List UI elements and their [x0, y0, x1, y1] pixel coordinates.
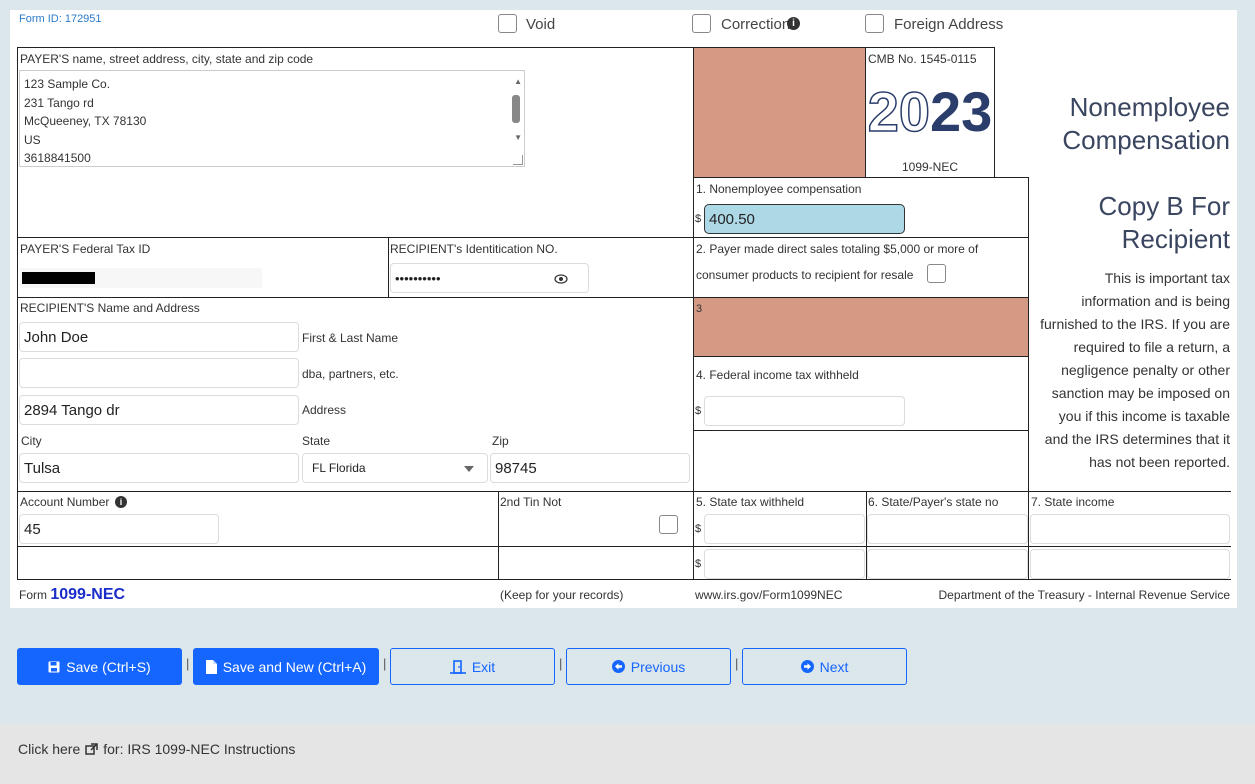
correction-label: Correction	[721, 16, 791, 33]
foreign-address-label: Foreign Address	[894, 16, 1004, 33]
info-icon[interactable]: i	[115, 496, 127, 508]
shaded-box	[694, 48, 865, 177]
info-icon[interactable]: i	[787, 17, 800, 30]
payer-line: US	[24, 132, 41, 147]
foreign-address-checkbox[interactable]	[865, 14, 884, 33]
side-notice: This is important tax information and is…	[1040, 270, 1230, 470]
box7-label: 7. State income	[1031, 495, 1115, 509]
external-link-icon	[85, 742, 98, 755]
tin-checkbox[interactable]	[659, 515, 678, 534]
void-label: Void	[526, 16, 556, 33]
scroll-up-icon[interactable]: ▲	[514, 77, 522, 86]
chevron-down-icon	[464, 466, 474, 472]
scroll-down-icon[interactable]: ▼	[514, 133, 522, 142]
box2-label-a: 2. Payer made direct sales totaling $5,0…	[696, 242, 979, 256]
payer-line: 3618841500	[24, 151, 91, 165]
address-hint: Address	[302, 403, 347, 417]
dollar-sign: $	[695, 558, 702, 570]
name-hint: First & Last Name	[302, 331, 399, 345]
tin-label: 2nd Tin Not	[500, 495, 562, 509]
form-id: Form ID: 172951	[19, 13, 102, 25]
box7-input-1[interactable]	[1030, 514, 1230, 544]
exit-button[interactable]: Exit	[390, 648, 555, 685]
city-label: City	[21, 434, 42, 448]
payer-label: PAYER'S name, street address, city, stat…	[20, 52, 314, 66]
dba-hint: dba, partners, etc.	[302, 367, 399, 381]
door-exit-icon	[449, 659, 466, 674]
recipient-label: RECIPIENT'S Name and Address	[20, 301, 200, 315]
separator: |	[735, 656, 739, 671]
next-button[interactable]: Next	[742, 648, 907, 685]
box6-label: 6. State/Payer's state no	[868, 495, 999, 509]
box3-shaded	[694, 298, 1028, 356]
keep-records: (Keep for your records)	[500, 588, 624, 602]
payer-tax-id-input[interactable]	[20, 268, 262, 288]
arrow-left-circle-icon	[611, 660, 625, 673]
separator: |	[559, 656, 563, 671]
irs-url: www.irs.gov/Form1099NEC	[695, 588, 843, 602]
instructions-link[interactable]: Click here for: IRS 1099-NEC Instruction…	[18, 741, 295, 757]
payer-address-textarea[interactable]: 123 Sample Co. 231 Tango rd McQueeney, T…	[19, 70, 525, 167]
save-icon	[48, 661, 60, 672]
box2-checkbox[interactable]	[927, 264, 946, 283]
box5-input-1[interactable]	[704, 514, 865, 544]
arrow-right-circle-icon	[800, 660, 814, 673]
omb-form-name: 1099-NEC	[901, 160, 959, 174]
file-icon	[205, 659, 217, 674]
address-input[interactable]: 2894 Tango dr	[19, 395, 299, 425]
dba-input[interactable]	[19, 358, 299, 388]
redacted-value	[22, 272, 95, 284]
state-label: State	[302, 434, 331, 448]
previous-button[interactable]: Previous	[566, 648, 731, 685]
box6-input-2[interactable]	[867, 549, 1028, 579]
scrollbar-thumb[interactable]	[512, 95, 520, 123]
void-checkbox[interactable]	[498, 14, 517, 33]
box3-label: 3	[696, 303, 703, 315]
eye-icon[interactable]	[554, 273, 568, 285]
omb-label: CMB No. 1545-0115	[868, 52, 977, 66]
box2-label-b: consumer products to recipient for resal…	[696, 268, 914, 282]
department: Department of the Treasury - Internal Re…	[938, 588, 1230, 602]
box1-label: 1. Nonemployee compensation	[696, 182, 862, 196]
dollar-sign: $	[695, 213, 702, 225]
side-title: Nonemployee Compensation	[1062, 92, 1230, 155]
zip-input[interactable]: 98745	[490, 453, 690, 483]
separator: |	[383, 656, 387, 671]
side-copy: Copy B For Recipient	[1098, 191, 1231, 254]
payer-tax-id-label: PAYER'S Federal Tax ID	[20, 242, 151, 256]
footer-form-name: 1099-NEC	[50, 586, 126, 603]
box4-input[interactable]	[704, 396, 905, 426]
recipient-id-label: RECIPIENT's Identitication NO.	[390, 242, 558, 256]
dollar-sign: $	[695, 405, 702, 417]
box6-input-1[interactable]	[867, 514, 1028, 544]
recipient-name-input[interactable]: John Doe	[19, 322, 299, 352]
payer-line: McQueeney, TX 78130	[24, 114, 147, 128]
footer-form: Form 1099-NEC	[19, 586, 126, 603]
separator: |	[186, 656, 190, 671]
zip-label: Zip	[492, 434, 509, 448]
payer-line: 231 Tango rd	[24, 95, 94, 110]
payer-line: 123 Sample Co.	[24, 77, 111, 91]
box5-label: 5. State tax withheld	[696, 495, 805, 509]
tax-year: 2023	[867, 79, 993, 144]
box7-input-2[interactable]	[1030, 549, 1230, 579]
account-label: Account Number	[20, 495, 110, 509]
box1-input[interactable]: 400.50	[704, 204, 905, 234]
save-and-new-button[interactable]: Save and New (Ctrl+A)	[193, 648, 379, 685]
resize-handle-icon[interactable]	[513, 155, 523, 165]
dollar-sign: $	[695, 523, 702, 535]
save-button[interactable]: Save (Ctrl+S)	[17, 648, 182, 685]
box5-input-2[interactable]	[704, 549, 865, 579]
account-number-input[interactable]: 45	[19, 514, 219, 544]
box4-label: 4. Federal income tax withheld	[696, 368, 859, 382]
correction-checkbox[interactable]	[692, 14, 711, 33]
state-select[interactable]: FL Florida	[302, 453, 488, 483]
city-input[interactable]: Tulsa	[19, 453, 299, 483]
